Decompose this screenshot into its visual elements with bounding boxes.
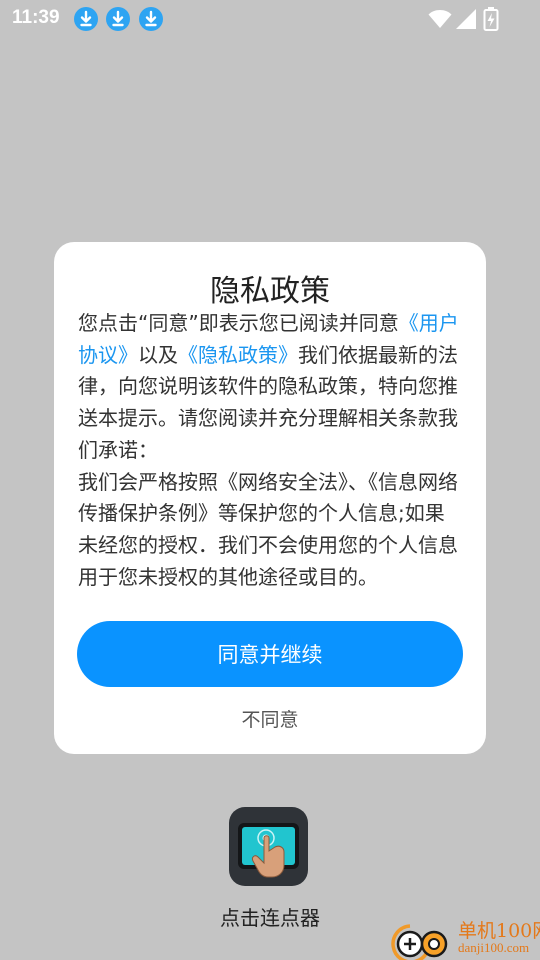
tap-phone-icon [238, 823, 299, 878]
privacy-dialog: 隐私政策 您点击“同意”即表示您已阅读并同意《用户协议》以及《隐私政策》我们依据… [54, 242, 486, 754]
download-icon [74, 7, 98, 31]
download-icon [106, 7, 130, 31]
watermark-logo-icon [391, 924, 448, 960]
status-time: 11:39 [12, 7, 60, 28]
wifi-icon [428, 9, 452, 33]
body-text: 您点击“同意”即表示您已阅读并同意 [78, 311, 399, 335]
status-bar: 11:39 [0, 0, 540, 38]
privacy-policy-link[interactable]: 《隐私政策》 [178, 343, 298, 367]
watermark-domain: danji100.com [458, 940, 530, 955]
site-watermark: 单机100网 danji100.com [388, 914, 540, 960]
agree-continue-button[interactable]: 同意并继续 [77, 621, 463, 687]
battery-charging-icon [483, 6, 499, 36]
disagree-button[interactable]: 不同意 [54, 704, 486, 736]
dialog-title: 隐私政策 [210, 274, 330, 309]
dialog-paragraph: 您点击“同意”即表示您已阅读并同意《用户协议》以及《隐私政策》我们依据最新的法律… [78, 308, 464, 467]
watermark-brand: 单机100网 [458, 920, 540, 942]
download-icon [139, 7, 163, 31]
signal-icon [455, 8, 477, 34]
dialog-body: 您点击“同意”即表示您已阅读并同意《用户协议》以及《隐私政策》我们依据最新的法律… [78, 308, 464, 593]
dialog-paragraph: 我们会严格按照《网络安全法》、《信息网络传播保护条例》等保护您的个人信息;如果未… [78, 469, 458, 589]
body-text: 以及 [138, 342, 178, 367]
app-name: 点击连点器 [220, 906, 320, 930]
app-icon[interactable] [229, 807, 308, 886]
